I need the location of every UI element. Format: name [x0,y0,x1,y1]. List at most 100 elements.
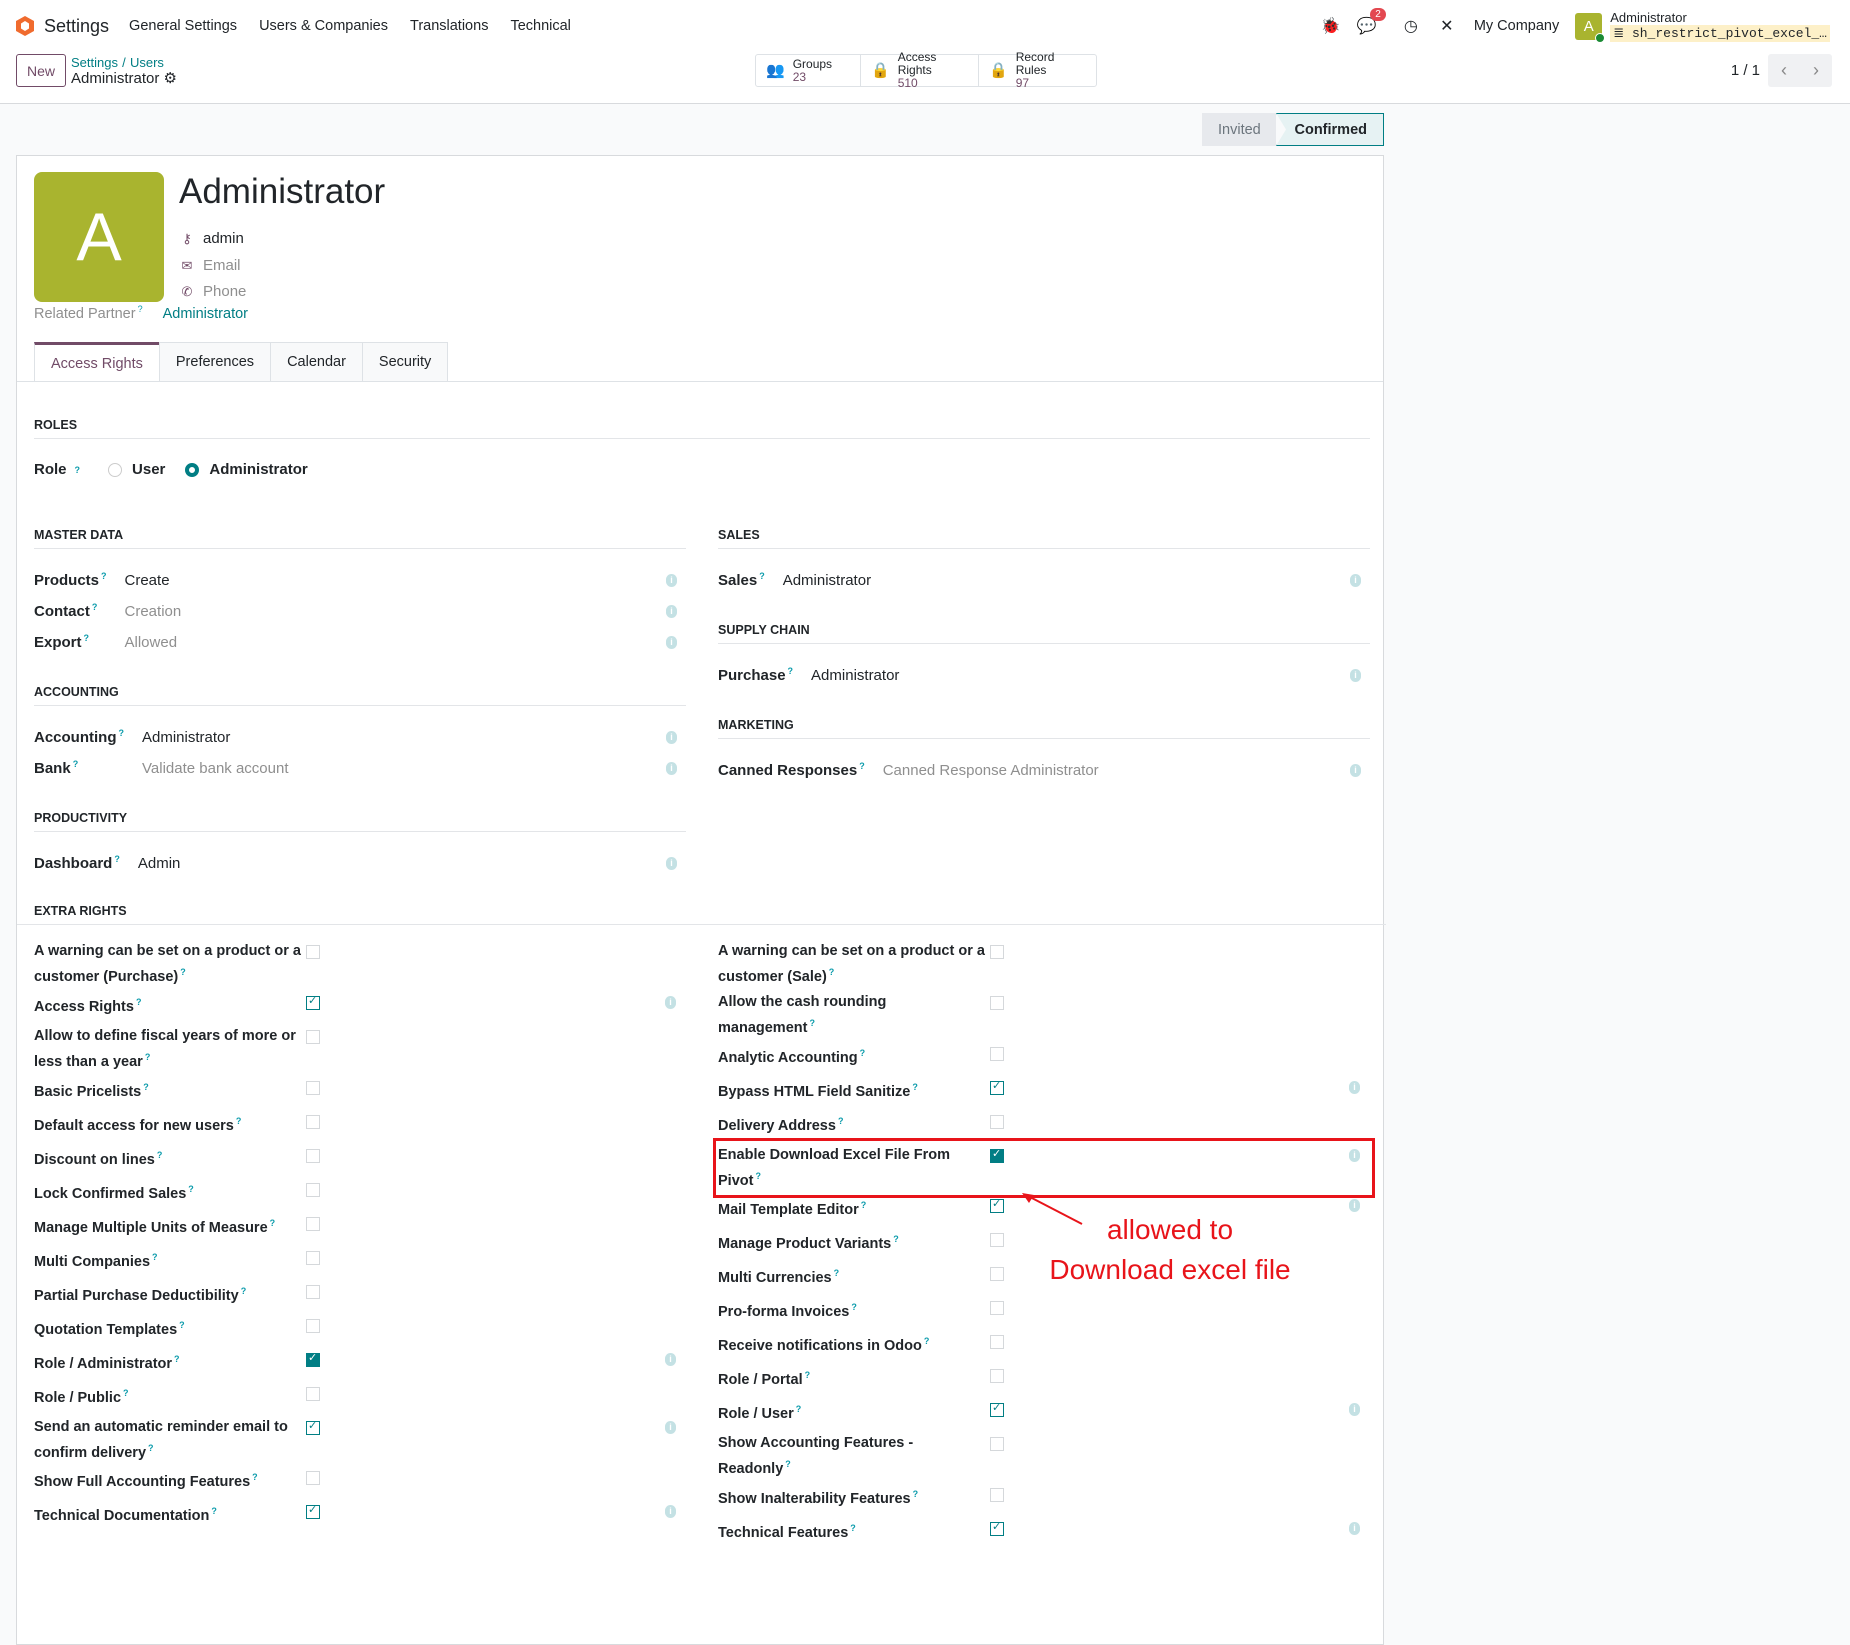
new-button[interactable]: New [16,54,66,87]
status-invited[interactable]: Invited [1202,113,1276,146]
phone-field[interactable]: Phone [203,279,246,306]
info-icon[interactable]: i [1350,668,1361,682]
chevron-left-icon[interactable]: ‹ [1768,54,1800,87]
help-icon[interactable]: ? [860,1048,866,1058]
field-value-select[interactable]: Admin [138,855,648,872]
help-icon[interactable]: ? [785,1459,791,1469]
menu-technical[interactable]: Technical [510,18,570,34]
field-value-select[interactable]: Validate bank account [142,760,648,777]
help-icon[interactable]: ? [755,1171,761,1181]
menu-general-settings[interactable]: General Settings [129,18,237,34]
checkbox[interactable] [990,945,1004,959]
menu-translations[interactable]: Translations [410,18,488,34]
help-icon[interactable]: ? [252,1472,258,1482]
tab-access-rights[interactable]: Access Rights [34,342,160,382]
checkbox[interactable] [990,1267,1004,1282]
record-rules-stat-button[interactable]: 🔒 Record Rules 97 [979,51,1096,90]
access-rights-stat-button[interactable]: 🔒 Access Rights 510 [861,51,979,90]
help-icon[interactable]: ? [92,602,98,612]
chat-icon[interactable]: 💬 2 [1357,8,1386,35]
radio-user[interactable] [108,462,123,477]
help-icon[interactable]: ? [180,967,186,977]
checkbox[interactable] [306,1284,320,1299]
checkbox[interactable] [306,1318,320,1333]
help-icon[interactable]: ? [119,728,125,738]
info-icon[interactable]: i [666,573,677,587]
related-partner-link[interactable]: Administrator [163,306,248,322]
help-icon[interactable]: ? [838,1116,844,1126]
checkbox[interactable] [990,1488,1004,1503]
info-icon[interactable]: i [1350,573,1361,587]
checkbox[interactable] [990,1520,1004,1537]
info-icon[interactable]: i [666,730,677,744]
info-icon[interactable]: i [666,761,677,775]
help-icon[interactable]: ? [834,1268,840,1278]
groups-stat-button[interactable]: 👥 Groups 23 [756,55,861,86]
checkbox[interactable] [990,1335,1004,1350]
help-icon[interactable]: ? [152,1252,158,1262]
checkbox[interactable] [306,1216,320,1231]
checkbox[interactable] [990,1437,1004,1452]
help-icon[interactable]: ? [788,666,794,676]
odoo-logo-icon[interactable] [16,16,34,36]
user-avatar[interactable]: A [1575,12,1606,43]
radio-administrator-label[interactable]: Administrator [209,461,307,478]
checkbox[interactable] [306,1114,320,1129]
checkbox[interactable] [306,1503,320,1520]
info-icon[interactable]: i [1349,1522,1360,1536]
help-icon[interactable]: ? [211,1506,217,1516]
info-icon[interactable]: i [665,1505,676,1519]
checkbox[interactable] [990,1079,1004,1095]
help-icon[interactable]: ? [241,1286,247,1296]
login-field[interactable]: admin [203,226,244,253]
checkbox[interactable] [990,1233,1004,1248]
user-menu[interactable]: Administrator ≣ sh_restrict_pivot_excel_… [1610,10,1830,42]
pager-value[interactable]: 1 / 1 [1731,62,1760,79]
info-icon[interactable]: i [665,995,676,1009]
app-name[interactable]: Settings [44,16,109,37]
help-icon[interactable]: ? [829,967,835,977]
checkbox[interactable] [306,1029,320,1044]
checkbox[interactable] [990,1147,1004,1163]
checkbox[interactable] [990,1197,1004,1214]
breadcrumb-settings[interactable]: Settings [71,55,118,70]
help-icon[interactable]: ? [912,1082,918,1092]
help-icon[interactable]: ? [73,759,79,769]
checkbox[interactable] [990,1046,1004,1061]
tab-calendar[interactable]: Calendar [270,342,363,381]
help-icon[interactable]: ? [913,1489,919,1499]
checkbox[interactable] [306,1351,320,1367]
field-value-select[interactable]: Canned Response Administrator [883,762,1332,779]
checkbox[interactable] [306,1471,320,1486]
email-field[interactable]: Email [203,253,241,280]
help-icon[interactable]: ? [136,997,142,1007]
field-value-select[interactable]: Allowed [125,634,648,651]
help-icon[interactable]: ? [809,1018,815,1028]
clock-icon[interactable]: ◷ [1402,17,1420,35]
chevron-right-icon[interactable]: › [1800,54,1832,87]
help-icon[interactable]: ? [143,1082,149,1092]
help-icon[interactable]: ? [148,1443,154,1453]
help-icon[interactable]: ? [145,1052,151,1062]
help-icon[interactable]: ? [270,1218,276,1228]
help-icon[interactable]: ? [157,1150,163,1160]
help-icon[interactable]: ? [84,633,90,643]
help-icon[interactable]: ? [850,1523,856,1533]
help-icon[interactable]: ? [796,1404,802,1414]
info-icon[interactable]: i [1349,1199,1360,1213]
checkbox[interactable] [306,1182,320,1197]
breadcrumb-users[interactable]: Users [130,55,164,70]
help-icon[interactable]: ? [179,1320,185,1330]
checkbox[interactable] [306,1386,320,1401]
tab-security[interactable]: Security [361,342,449,381]
info-icon[interactable]: i [1349,1148,1360,1162]
status-confirmed[interactable]: Confirmed [1276,113,1384,146]
checkbox[interactable] [990,1301,1004,1316]
checkbox[interactable] [306,1148,320,1163]
info-icon[interactable]: i [1349,1080,1360,1094]
help-icon[interactable]: ? [123,1388,129,1398]
help-icon[interactable]: ? [101,571,107,581]
help-icon[interactable]: ? [138,304,143,314]
menu-users-companies[interactable]: Users & Companies [259,18,388,34]
help-icon[interactable]: ? [236,1116,242,1126]
